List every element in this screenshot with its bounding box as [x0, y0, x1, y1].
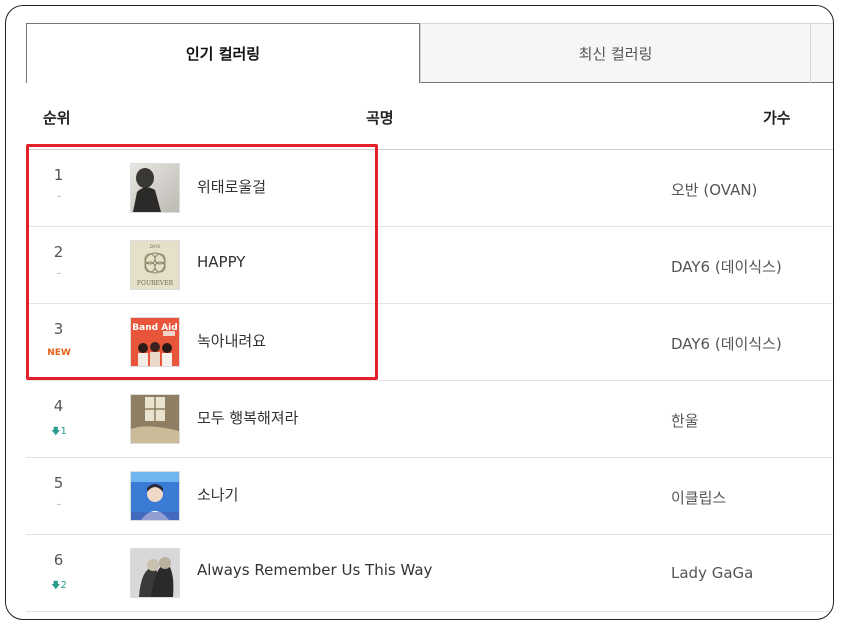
rank-change-value: 1	[60, 426, 67, 437]
album-art[interactable]	[130, 394, 180, 444]
song-title[interactable]: Always Remember Us This Way	[197, 561, 432, 579]
rank-change: –	[56, 499, 62, 510]
rank-number: 5	[53, 474, 64, 492]
rank-change: –	[56, 191, 62, 202]
album-art[interactable]: DAY6 FOUREVER	[130, 240, 180, 290]
chart-frame: 인기 컬러링 최신 컬러링 순위 곡명 가수 1 – 위태로울걸 오반 (OVA…	[5, 5, 834, 620]
album-art[interactable]	[130, 548, 180, 598]
artist-name[interactable]: 오반 (OVAN)	[671, 179, 757, 200]
album-label-top: DAY6	[150, 244, 161, 249]
rank-number: 1	[53, 166, 64, 184]
song-title[interactable]: 녹아내려요	[197, 330, 266, 351]
artist-name[interactable]: DAY6 (데이식스)	[671, 256, 782, 277]
table-row[interactable]: 2 – DAY6 FOUREVER HAPPY DAY6 (데이식스)	[26, 227, 833, 304]
tab-label: 최신 컬러링	[578, 44, 653, 63]
table-row[interactable]: 6 🡇2 Always Remember Us This Way Lady Ga…	[26, 535, 833, 612]
chart-tabs: 인기 컬러링 최신 컬러링	[26, 23, 833, 83]
tab-latest-coloring[interactable]: 최신 컬러링	[420, 23, 811, 83]
table-row[interactable]: 1 – 위태로울걸 오반 (OVAN)	[26, 150, 833, 227]
album-art[interactable]	[130, 163, 180, 213]
table-row[interactable]: 3 NEW Band Aid 녹아내려요 DAY6 (데이식스)	[26, 304, 833, 381]
artist-name[interactable]: 한울	[671, 410, 699, 431]
table-row[interactable]: 5 – 소나기 이클립스	[26, 458, 833, 535]
album-art[interactable]: Band Aid	[130, 317, 180, 367]
song-title[interactable]: 위태로울걸	[197, 176, 266, 197]
artist-name[interactable]: 이클립스	[671, 487, 726, 508]
rank-change-down: 🡇2	[44, 578, 74, 594]
rank-change-down: 🡇1	[44, 424, 74, 440]
rank-number: 6	[53, 551, 64, 569]
header-rank: 순위	[43, 109, 71, 127]
table-row[interactable]: 4 🡇1 모두 행복해져라 한울	[26, 381, 833, 458]
rank-change: –	[56, 268, 62, 279]
song-title[interactable]: HAPPY	[197, 253, 245, 271]
album-label-bottom: FOUREVER	[137, 280, 174, 287]
album-art[interactable]	[130, 471, 180, 521]
artist-name[interactable]: Lady GaGa	[671, 564, 753, 582]
song-title[interactable]: 소나기	[197, 484, 238, 505]
header-artist: 가수	[763, 109, 791, 127]
rank-number: 4	[53, 397, 64, 415]
new-badge: NEW	[47, 348, 71, 358]
tab-popular-coloring[interactable]: 인기 컬러링	[26, 23, 420, 83]
header-song: 곡명	[366, 109, 394, 127]
artist-name[interactable]: DAY6 (데이식스)	[671, 333, 782, 354]
tab-label: 인기 컬러링	[185, 45, 261, 63]
tab-overflow	[811, 23, 833, 83]
rank-number: 3	[53, 320, 64, 338]
rank-number: 2	[53, 243, 64, 261]
rank-change-value: 2	[60, 580, 67, 591]
song-title[interactable]: 모두 행복해져라	[197, 407, 298, 428]
